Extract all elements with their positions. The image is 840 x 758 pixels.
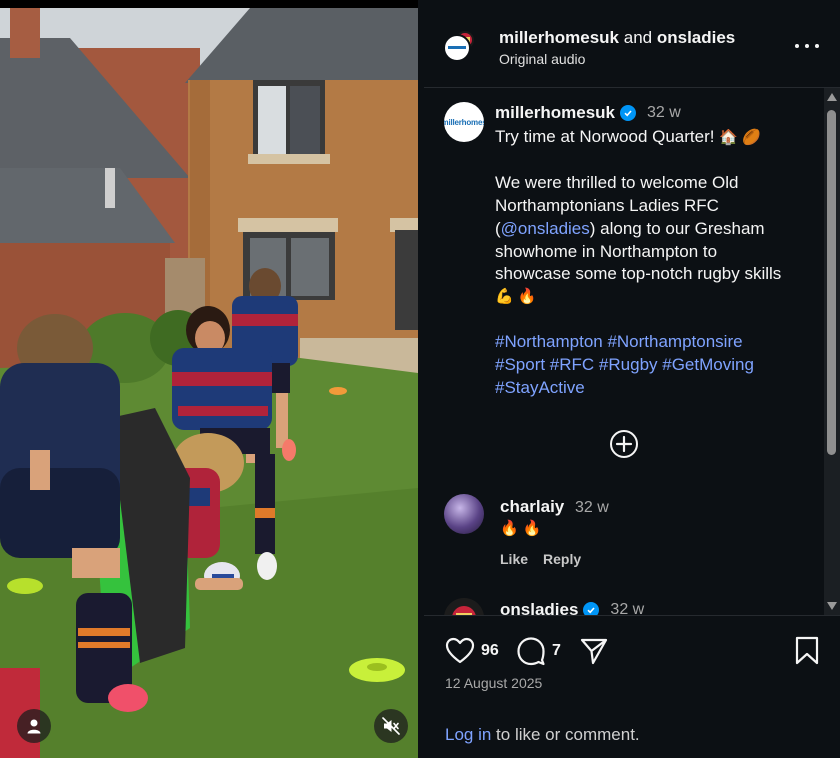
comment-header: onsladies 32 w (500, 600, 644, 615)
send-icon (580, 638, 608, 665)
comment-header: charlaiy 32 w (500, 497, 609, 517)
login-prompt-text: to like or comment. (491, 725, 640, 744)
caption-line: showhome in Northampton to (495, 241, 718, 261)
comment-bubble-icon (517, 637, 545, 666)
video-frame (0, 8, 418, 758)
avatar-logo-text: millerhomes (444, 117, 484, 127)
caption-emoji: 🏠 🏉 (719, 129, 761, 146)
scroll-up-arrow-icon[interactable] (827, 93, 837, 101)
scrollbar-thumb[interactable] (827, 110, 836, 455)
like-button[interactable]: 96 (445, 637, 499, 665)
comment-text: 🔥 🔥 (500, 520, 542, 537)
hashtag-line[interactable]: #Northampton #Northamptonsire (495, 331, 805, 354)
bookmark-icon (795, 636, 819, 665)
caption-line: Northamptonians Ladies RFC (495, 196, 719, 216)
caption-time[interactable]: 32 w (647, 104, 681, 122)
comment-count[interactable]: 7 (552, 642, 561, 660)
caption-header: millerhomesuk 32 w (495, 103, 681, 123)
login-prompt: Log in to like or comment. (445, 725, 640, 745)
plus-circle-icon[interactable] (609, 429, 639, 459)
caption-username[interactable]: millerhomesuk (495, 103, 615, 123)
tagged-users-button[interactable] (17, 709, 51, 743)
post-actions: 96 7 12 August 2025 Log in to like or co… (424, 616, 840, 758)
post-header: millerhomesuk and onsladies Original aud… (424, 8, 840, 87)
comment-avatar[interactable] (444, 494, 484, 534)
collaborator-username[interactable]: onsladies (657, 28, 735, 47)
collab-connector: and (623, 28, 653, 47)
post-date[interactable]: 12 August 2025 (445, 675, 542, 691)
caption-text: Try time at Norwood Quarter! 🏠 🏉 We were… (495, 126, 805, 399)
save-button[interactable] (794, 636, 820, 666)
caption-line: We were thrilled to welcome Old (495, 173, 739, 193)
caption-line: showcase some top-notch rugby skills (495, 264, 782, 284)
reel-video[interactable] (0, 0, 418, 758)
caption-avatar[interactable]: millerhomes (444, 102, 484, 142)
share-button[interactable] (579, 636, 609, 666)
hashtag-line[interactable]: #Sport #RFC #Rugby #GetMoving (495, 354, 805, 377)
more-horizontal-icon (795, 44, 799, 48)
comment-time[interactable]: 32 w (575, 499, 609, 516)
owner-username[interactable]: millerhomesuk (499, 28, 619, 47)
user-icon (27, 719, 41, 734)
caption-line: Try time at Norwood Quarter! (495, 127, 715, 146)
mute-button[interactable] (374, 709, 408, 743)
comment-username[interactable]: onsladies (500, 600, 578, 615)
speaker-muted-icon (382, 717, 400, 735)
verified-badge-icon (583, 602, 600, 615)
comment-avatar[interactable] (444, 598, 484, 615)
comments-scroll-area[interactable]: millerhomes millerhomesuk 32 w Try time … (424, 88, 824, 615)
audio-link[interactable]: Original audio (499, 51, 585, 67)
mention-link[interactable]: @onsladies (501, 219, 590, 238)
comment-like-button[interactable]: Like (500, 551, 528, 567)
verified-badge-icon (620, 105, 636, 121)
like-count[interactable]: 96 (481, 642, 499, 660)
comment-time[interactable]: 32 w (610, 601, 644, 615)
hashtag-line[interactable]: #StayActive (495, 377, 805, 400)
heart-icon (445, 637, 475, 664)
comment-button[interactable]: 7 (516, 636, 561, 666)
collab-avatars[interactable] (443, 30, 475, 62)
scrollbar[interactable] (824, 88, 840, 615)
comment-reply-button[interactable]: Reply (543, 551, 581, 567)
more-options-button[interactable] (795, 36, 819, 56)
comment-actions: Like Reply (500, 551, 581, 567)
caption-emoji: 💪 🔥 (495, 287, 537, 305)
video-top-bar (0, 0, 418, 8)
login-link[interactable]: Log in (445, 725, 491, 744)
scroll-down-arrow-icon[interactable] (827, 602, 837, 610)
collab-title: millerhomesuk and onsladies (499, 28, 735, 48)
comment-username[interactable]: charlaiy (500, 497, 564, 516)
